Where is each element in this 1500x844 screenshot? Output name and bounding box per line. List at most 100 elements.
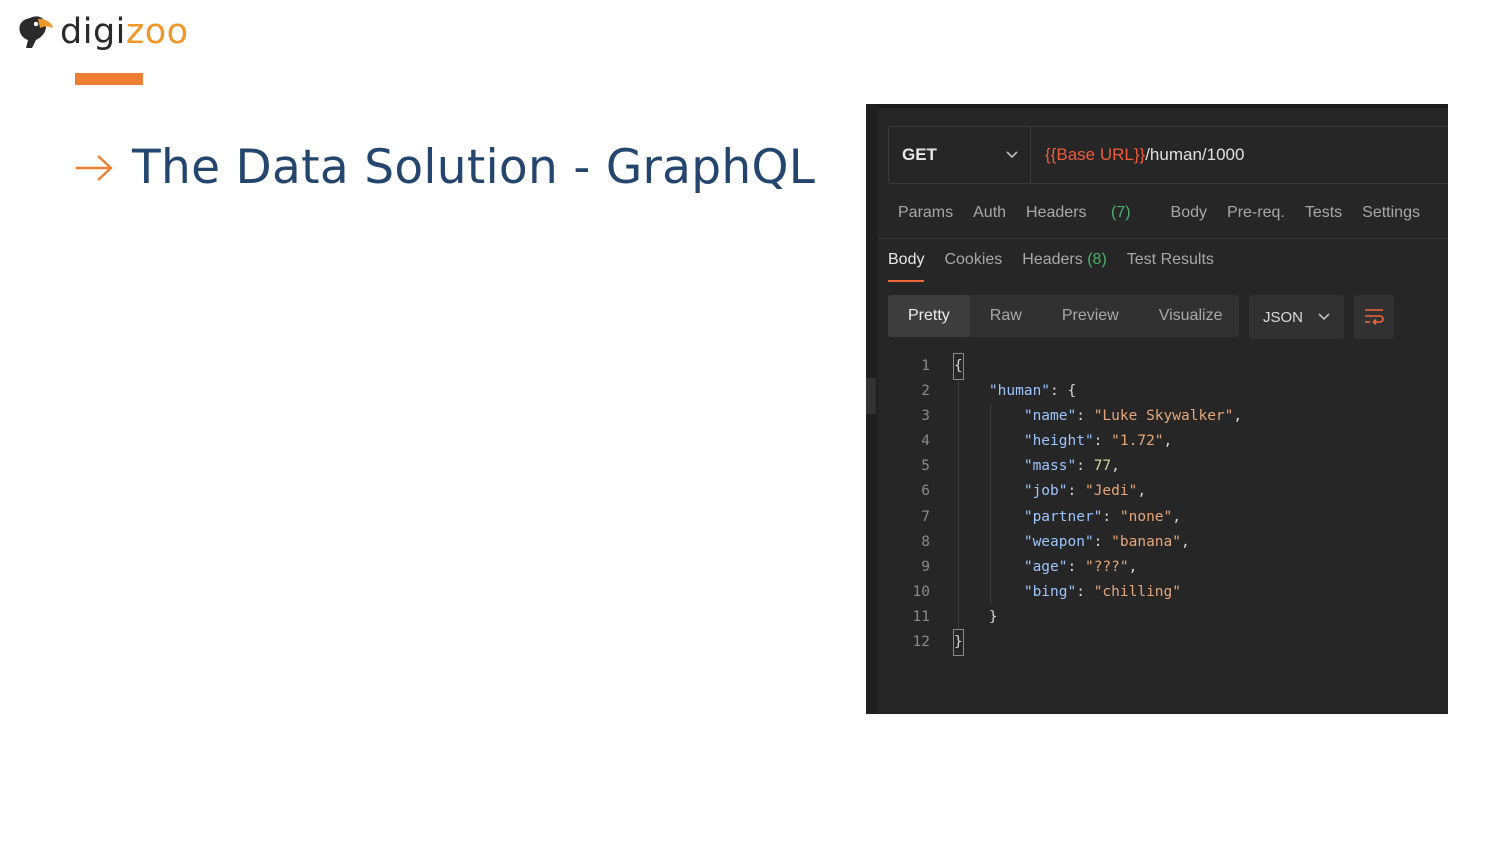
code-line: 8 "weapon": "banana", [888,530,1242,555]
view-mode-pretty[interactable]: Pretty [888,295,970,337]
tab-headers[interactable]: Headers (7) [1026,204,1151,222]
url-input[interactable]: {{Base URL}}/human/1000 [1031,145,1244,165]
format-select[interactable]: JSON [1249,295,1344,339]
logo-text-accent: zoo [125,11,189,52]
digizoo-logo: digizoo [16,10,189,54]
code-key: "name" [1023,408,1077,425]
code-value: "Luke Skywalker" [1093,408,1234,425]
code-key: "job" [1023,483,1068,500]
method-label: GET [902,145,937,164]
view-mode-segmented-control: Pretty Raw Preview Visualize [888,295,1239,337]
response-tab-body[interactable]: Body [888,251,925,282]
code-punct: , [1111,458,1120,475]
code-value: "Jedi" [1084,483,1138,500]
code-line: 2 "human": { [888,379,1242,404]
wrap-lines-button[interactable] [1354,295,1394,339]
slide-title-row: The Data Solution - GraphQL [74,140,815,195]
code-line: 6 "job": "Jedi", [888,479,1242,504]
response-tab-headers-label: Headers [1022,251,1083,268]
line-number: 1 [921,358,930,374]
toucan-bird-icon [19,16,53,48]
tab-params[interactable]: Params [898,204,953,222]
accent-bar [75,73,143,85]
code-punct: , [1233,408,1243,425]
tab-auth[interactable]: Auth [973,204,1006,222]
view-mode-visualize[interactable]: Visualize [1139,295,1243,337]
wrap-lines-icon [1365,309,1384,326]
code-value: "chilling" [1093,583,1182,600]
code-line: 5 "mass": 77, [888,454,1242,479]
code-line: 11 } [888,605,1242,630]
line-number: 3 [921,408,930,425]
code-line: 10 "bing": "chilling" [888,580,1242,605]
response-tab-headers[interactable]: Headers (8) [1022,251,1107,282]
logo-wordmark: digizoo [60,11,189,52]
arrow-right-icon [76,154,113,181]
line-number: 8 [921,533,930,550]
code-brace: } [953,629,964,657]
format-label: JSON [1263,308,1304,326]
code-key: "partner" [1023,508,1103,525]
logo-text-primary: digi [60,11,126,52]
view-mode-raw[interactable]: Raw [970,295,1042,337]
code-key: "age" [1023,558,1068,575]
line-number: 2 [921,383,930,400]
line-number: 12 [912,634,930,651]
code-line: 1{ [888,352,1242,381]
code-line: 9 "age": "???", [888,555,1242,580]
code-value: "1.72" [1111,433,1164,450]
code-brace: { [953,352,964,381]
method-select[interactable]: GET [889,127,1031,183]
code-punct: , [1163,433,1173,450]
tab-tests[interactable]: Tests [1305,204,1342,222]
code-key: "height" [1023,433,1094,450]
code-line: 12} [888,629,1242,657]
line-number: 5 [921,458,930,475]
line-number: 11 [912,608,930,625]
gutter-marker [866,378,876,414]
line-number: 10 [912,583,930,600]
line-number: 4 [921,433,930,450]
chevron-down-icon [1318,313,1330,321]
panel-top-border [866,104,1448,108]
code-key: "bing" [1023,583,1077,600]
code-value: "banana" [1111,533,1181,550]
code-line: 7 "partner": "none", [888,505,1242,530]
code-value: "none" [1119,508,1173,525]
tab-headers-label: Headers [1026,204,1087,221]
tab-settings[interactable]: Settings [1362,204,1420,222]
tabs-divider [878,238,1448,239]
slide-title: The Data Solution - GraphQL [132,140,816,195]
request-url-bar: GET {{Base URL}}/human/1000 [888,126,1448,184]
headers-count-badge: (7) [1110,204,1131,221]
code-value: 77 [1093,458,1112,475]
code-key: "mass" [1023,458,1077,475]
code-punct: : { [1050,383,1077,400]
tab-body[interactable]: Body [1171,204,1207,222]
code-line: 3 "name": "Luke Skywalker", [888,404,1242,429]
code-punct: , [1128,558,1138,575]
code-value: "???" [1084,558,1129,575]
line-number: 7 [921,508,930,525]
code-punct: , [1137,483,1147,500]
response-tab-test-results[interactable]: Test Results [1127,251,1214,282]
response-code-view: 1{ 2 "human": { 3 "name": "Luke Skywalke… [888,352,1242,657]
code-brace: } [988,608,998,625]
code-key: "weapon" [1023,533,1094,550]
response-tab-cookies[interactable]: Cookies [944,251,1002,282]
code-punct: , [1172,508,1182,525]
postman-screenshot: GET {{Base URL}}/human/1000 Params Auth … [866,104,1448,714]
code-key: "human" [988,383,1051,400]
code-punct: , [1181,533,1190,550]
request-tabs: Params Auth Headers (7) Body Pre-req. Te… [898,204,1440,222]
tab-prereq[interactable]: Pre-req. [1227,204,1285,222]
url-variable: {{Base URL}} [1045,145,1146,164]
line-number: 9 [921,558,930,575]
line-number: 6 [921,483,930,500]
response-headers-count-badge: (8) [1087,251,1107,268]
response-tabs: Body Cookies Headers (8) Test Results [888,251,1234,282]
chevron-down-icon [1006,151,1018,159]
code-line: 4 "height": "1.72", [888,429,1242,454]
url-path: /human/1000 [1145,145,1245,164]
view-mode-preview[interactable]: Preview [1042,295,1139,337]
